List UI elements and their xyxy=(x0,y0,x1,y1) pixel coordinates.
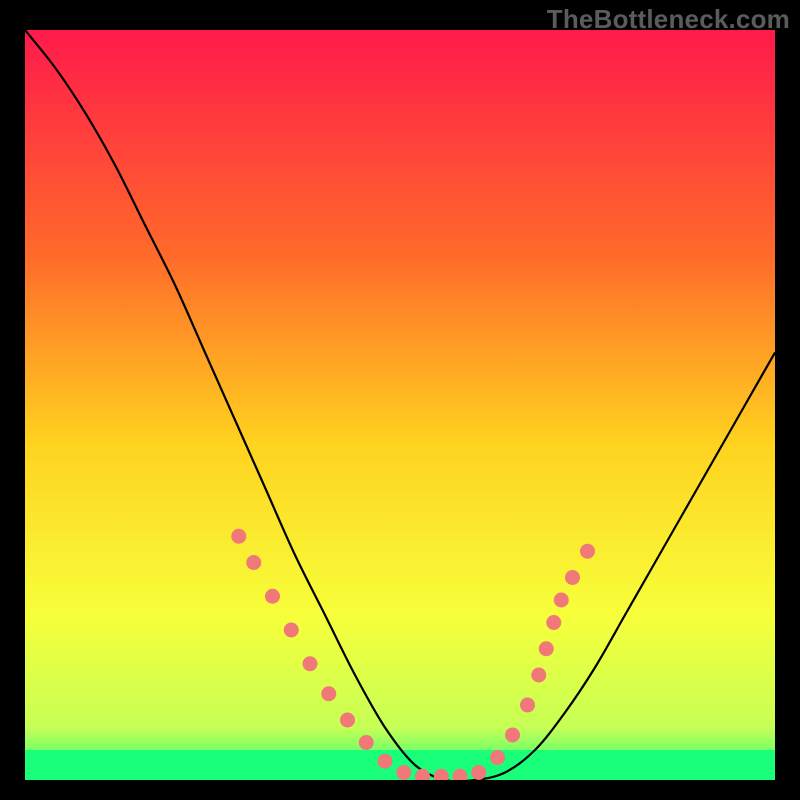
highlight-dot xyxy=(303,656,318,671)
bottleneck-chart xyxy=(25,30,775,780)
highlight-dot xyxy=(378,754,393,769)
highlight-dot xyxy=(490,750,505,765)
highlight-dot xyxy=(531,668,546,683)
highlight-dot xyxy=(520,698,535,713)
highlight-dot xyxy=(359,735,374,750)
highlight-dot xyxy=(321,686,336,701)
highlight-dot xyxy=(231,529,246,544)
highlight-dot xyxy=(539,641,554,656)
highlight-dot xyxy=(396,765,411,780)
highlight-dot xyxy=(565,570,580,585)
gradient-background xyxy=(25,30,775,780)
highlight-dot xyxy=(580,544,595,559)
highlight-dot xyxy=(284,623,299,638)
highlight-dot xyxy=(546,615,561,630)
highlight-dot xyxy=(340,713,355,728)
highlight-dot xyxy=(246,555,261,570)
highlight-dot xyxy=(505,728,520,743)
highlight-dot xyxy=(554,593,569,608)
highlight-dot xyxy=(265,589,280,604)
highlight-dot xyxy=(471,765,486,780)
chart-plot-area xyxy=(25,30,775,780)
